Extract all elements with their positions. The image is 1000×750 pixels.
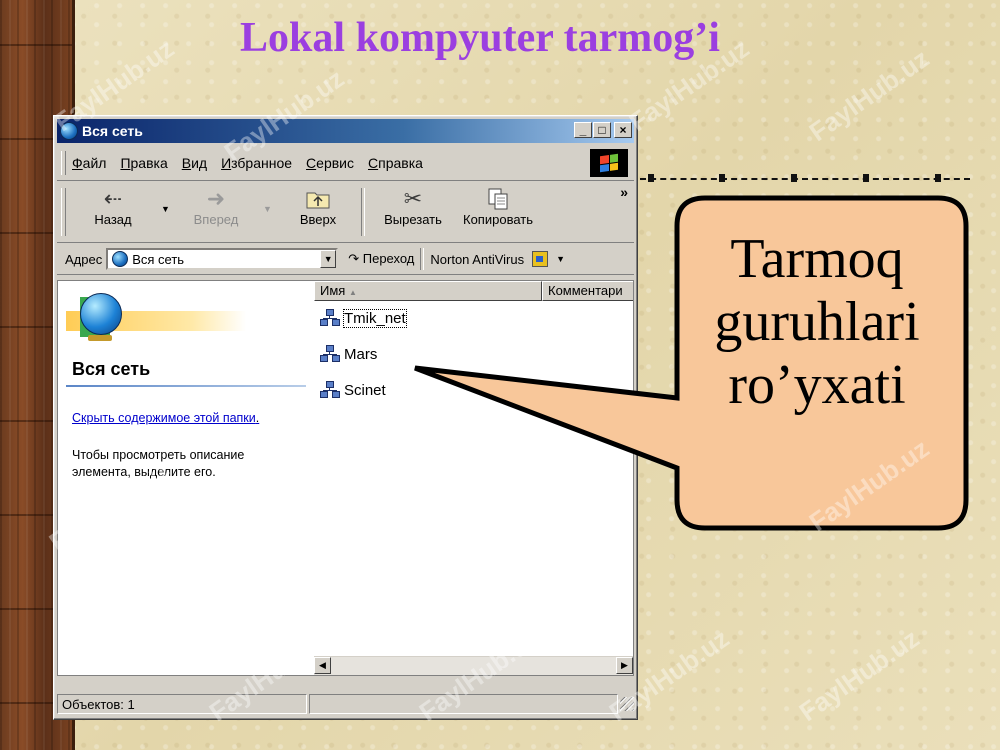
window-controls: _ □ × (573, 122, 632, 138)
pane-divider (66, 385, 306, 387)
scroll-right-button[interactable]: ▶ (616, 657, 633, 674)
toolbar-grip[interactable] (61, 188, 66, 236)
back-dropdown-icon[interactable]: ▼ (161, 204, 170, 214)
cut-button[interactable]: ✂ Вырезать (375, 186, 451, 227)
globe-stand (88, 335, 112, 341)
menu-help[interactable]: Справка (368, 155, 423, 171)
go-label: Переход (362, 251, 415, 266)
resize-grip[interactable] (620, 697, 634, 711)
back-label: Назад (94, 212, 132, 227)
address-input[interactable]: Вся сеть ▼ (106, 248, 339, 270)
callout-line-2: guruhlari (714, 291, 920, 353)
pane-description: Чтобы просмотреть описание элемента, выд… (72, 448, 245, 479)
horizontal-scrollbar[interactable]: ◀ ▶ (314, 656, 633, 675)
pane-title: Вся сеть (72, 359, 151, 379)
address-dropdown-icon[interactable]: ▼ (320, 250, 337, 268)
toolbar-overflow-chevron[interactable]: » (620, 184, 628, 200)
network-globe-icon (60, 122, 78, 140)
callout-line-1: Tarmoq (730, 228, 904, 290)
workgroup-icon (320, 309, 340, 327)
go-arrow-icon: ↷ (348, 251, 360, 266)
guide-marker (791, 174, 797, 182)
minimize-button[interactable]: _ (574, 122, 592, 138)
address-label: Адрес (65, 251, 103, 267)
column-name-header[interactable]: Имя ▲ (314, 281, 542, 301)
guide-marker (863, 174, 869, 182)
column-name-label: Имя (320, 283, 346, 298)
norton-dropdown-icon[interactable]: ▼ (556, 254, 565, 264)
item-name: Scinet (344, 381, 386, 399)
sort-ascending-icon: ▲ (348, 288, 357, 297)
status-object-count: Объектов: 1 (57, 694, 307, 714)
column-comment-header[interactable]: Комментари (542, 281, 633, 301)
up-button[interactable]: Вверх (283, 186, 353, 227)
menu-tools[interactable]: Сервис (306, 155, 354, 171)
standard-toolbar: ⇠ Назад ▼ ➜ Вперед ▼ Вверх ✂ Вырезать Ко… (57, 182, 634, 243)
hide-link-text[interactable]: Скрыть содержимое этой папки (72, 411, 256, 425)
up-label: Вверх (299, 212, 337, 227)
address-globe-icon (112, 251, 129, 267)
file-list: Имя ▲ Комментари Tmik_net Mars Scinet (314, 281, 633, 675)
workgroup-icon (320, 381, 340, 399)
address-bar: Адрес Вся сеть ▼ ↷ Переход Norton AntiVi… (57, 244, 634, 275)
norton-icon[interactable] (532, 251, 549, 267)
menu-bar: Файл Правка Вид Избранное Сервис Справка (57, 146, 634, 181)
callout-line-3: ro’yxati (728, 354, 906, 416)
address-value: Вся сеть (132, 251, 185, 267)
menu-view[interactable]: Вид (182, 155, 207, 171)
dashed-guide-line (640, 178, 970, 180)
item-name: Mars (344, 345, 378, 363)
hide-folder-contents-link[interactable]: Скрыть содержимое этой папки. (72, 411, 259, 425)
cut-label: Вырезать (384, 212, 442, 227)
forward-arrow-icon: ➜ (206, 186, 226, 211)
menu-grip[interactable] (61, 151, 66, 175)
menu-file[interactable]: Файл (72, 155, 106, 171)
copy-button[interactable]: Копировать (455, 186, 541, 227)
windows-logo-icon (590, 149, 628, 177)
guide-marker (648, 174, 654, 182)
status-bar: Объектов: 1 (57, 692, 634, 716)
menu-edit[interactable]: Правка (120, 155, 167, 171)
menu-favorites[interactable]: Избранное (221, 155, 292, 171)
norton-antivirus-button[interactable]: Norton AntiVirus (430, 252, 524, 267)
back-button[interactable]: ⇠ Назад (79, 186, 147, 227)
scissors-icon: ✂ (403, 186, 423, 211)
toolbar-separator (361, 188, 365, 236)
forward-label: Вперед (193, 212, 239, 227)
title-bar[interactable]: Вся сеть _ □ × (57, 119, 634, 143)
callout-text: Tarmoq guruhlari ro’yxati (668, 228, 966, 417)
large-globe-icon (80, 293, 122, 335)
list-item-scinet[interactable]: Scinet (320, 381, 386, 399)
back-arrow-icon: ⇠ (103, 186, 123, 211)
hide-link-suffix: . (255, 411, 260, 425)
explorer-window: Вся сеть _ □ × Файл Правка Вид Избранное… (53, 115, 638, 720)
forward-button[interactable]: ➜ Вперед (179, 186, 253, 227)
address-separator (420, 248, 425, 270)
close-button[interactable]: × (614, 122, 632, 138)
maximize-button[interactable]: □ (593, 122, 611, 138)
list-item-mars[interactable]: Mars (320, 345, 377, 363)
web-view-pane: Вся сеть Скрыть содержимое этой папки. Ч… (58, 281, 308, 675)
scroll-left-button[interactable]: ◀ (314, 657, 331, 674)
folder-up-icon (283, 186, 353, 212)
list-item-tmik-net[interactable]: Tmik_net (320, 308, 407, 328)
folder-content: Вся сеть Скрыть содержимое этой папки. Ч… (57, 280, 634, 676)
copy-label: Копировать (463, 212, 533, 227)
forward-dropdown-icon[interactable]: ▼ (263, 204, 272, 214)
guide-marker (935, 174, 941, 182)
copy-icon (455, 186, 541, 212)
workgroup-icon (320, 345, 340, 363)
go-button[interactable]: ↷ Переход (348, 251, 414, 267)
slide-title: Lokal kompyuter tarmog’i (240, 15, 720, 61)
status-empty-cell (309, 694, 618, 714)
guide-marker (719, 174, 725, 182)
item-name: Tmik_net (343, 308, 407, 328)
window-title: Вся сеть (82, 123, 143, 139)
